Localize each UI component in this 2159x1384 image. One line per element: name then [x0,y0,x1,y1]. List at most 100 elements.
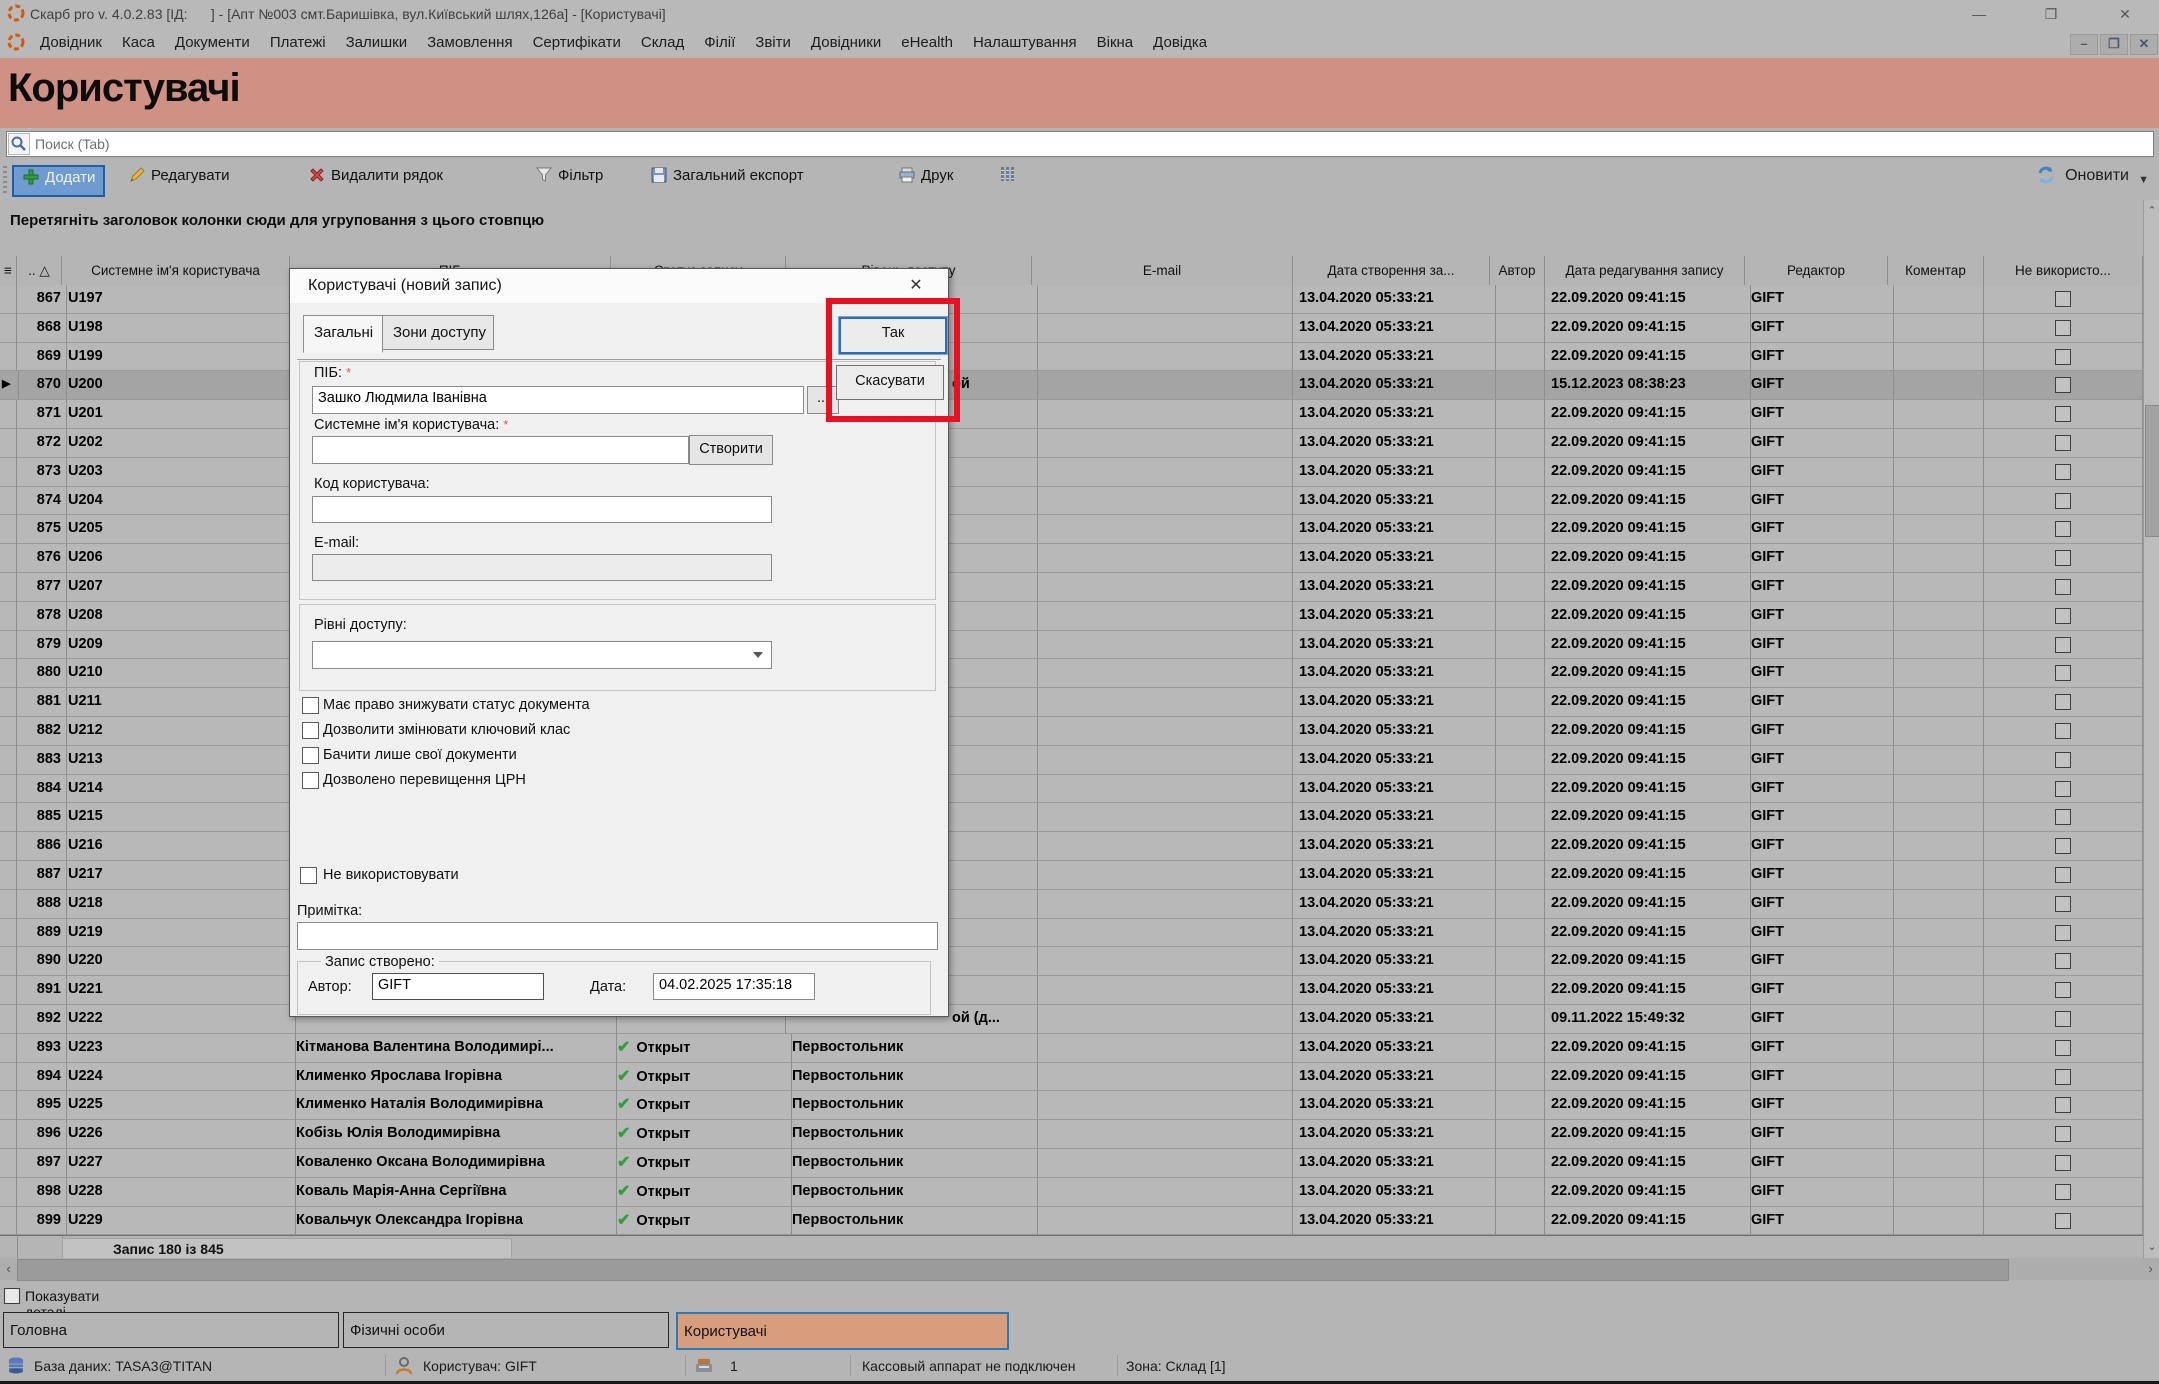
unused-checkbox[interactable] [2055,896,2071,912]
unused-checkbox[interactable] [2055,637,2071,653]
table-row-895[interactable]: 895U225Клименко Наталія Володимирівна✔От… [0,1091,2143,1120]
close-button[interactable]: ✕ [2108,4,2142,24]
vertical-scrollbar[interactable]: ⌃ ⌄ [2143,200,2159,1258]
unused-checkbox[interactable] [2055,838,2071,854]
unused-checkbox[interactable] [2055,1040,2071,1056]
menu-item-3[interactable]: Документи [166,28,259,58]
scroll-up-icon[interactable]: ⌃ [2144,200,2159,222]
dialog-checkbox-2[interactable] [302,722,319,739]
toolbar-button-видалити-рядок[interactable]: Видалити рядок [308,165,443,193]
column-header-unused[interactable]: Не використо... [1984,256,2143,286]
pib-input[interactable]: Зашко Людмила Іванівна [312,386,804,414]
table-row-898[interactable]: 898U228Коваль Марія-Анна Сергіївна✔Откры… [0,1178,2143,1207]
column-header-editor[interactable]: Редактор [1745,256,1888,286]
menu-item-7[interactable]: Сертифікати [524,28,630,58]
horizontal-scroll-thumb[interactable] [17,1259,2009,1281]
toolbar-button-columns[interactable] [1000,165,1021,193]
unused-checkbox[interactable] [2055,723,2071,739]
unused-checkbox[interactable] [2055,809,2071,825]
mdi-close-button[interactable]: ✕ [2130,34,2158,55]
toolbar-button-загальний-експорт[interactable]: Загальний експорт [650,165,804,193]
unused-checkbox[interactable] [2055,694,2071,710]
mdi-restore-button[interactable]: ❐ [2100,34,2128,55]
toolbar-grip[interactable] [3,166,7,194]
column-header-edited[interactable]: Дата редагування запису [1545,256,1745,286]
dialog-close-icon[interactable]: ✕ [902,275,930,297]
tab-access-zones[interactable]: Зони доступу [382,315,494,350]
mdi-minimize-button[interactable]: – [2070,34,2098,55]
vertical-scroll-thumb[interactable] [2145,405,2159,537]
column-header-comment[interactable]: Коментар [1888,256,1984,286]
unused-checkbox[interactable] [2055,1155,2071,1171]
page-tab-3[interactable]: Користувачі [676,1312,1009,1350]
note-input[interactable] [297,922,938,950]
unused-checkbox[interactable] [2055,493,2071,509]
usercode-input[interactable] [312,496,772,523]
dialog-checkbox-4[interactable] [302,772,319,789]
unused-checkbox[interactable] [2055,550,2071,566]
menu-item-14[interactable]: Вікна [1088,28,1143,58]
unused-checkbox[interactable] [2055,982,2071,998]
table-row-893[interactable]: 893U223Кітманова Валентина Володимирі...… [0,1034,2143,1063]
column-header-icon[interactable]: ≡ [0,256,17,286]
unused-checkbox[interactable] [2055,291,2071,307]
sysname-input[interactable] [312,436,689,464]
unused-checkbox[interactable] [2055,435,2071,451]
menu-item-11[interactable]: Довідники [802,28,890,58]
unused-checkbox[interactable] [2055,953,2071,969]
table-row-896[interactable]: 896U226Кобізь Юлія Володимирівна✔ОткрытП… [0,1120,2143,1149]
scroll-down-icon[interactable]: ⌄ [2144,1236,2159,1258]
table-row-897[interactable]: 897U227Коваленко Оксана Володимирівна✔От… [0,1149,2143,1178]
column-header-num[interactable]: .. △ [17,256,62,286]
menu-item-4[interactable]: Платежі [261,28,335,58]
toolbar-button-друк[interactable]: Друк [898,165,953,193]
unused-checkbox[interactable] [2055,521,2071,537]
unused-checkbox[interactable] [2055,752,2071,768]
create-button[interactable]: Створити [689,435,773,465]
unused-checkbox[interactable] [2055,1069,2071,1085]
refresh-caret-icon[interactable]: ▼ [2138,174,2149,186]
toolbar-button-редагувати[interactable]: Редагувати [128,165,230,193]
menu-item-1[interactable]: Довідник [31,28,111,58]
dialog-checkbox-3[interactable] [302,747,319,764]
show-details-checkbox[interactable] [4,1288,20,1304]
date-input[interactable]: 04.02.2025 17:35:18 [653,973,815,1000]
unused-checkbox[interactable] [2055,349,2071,365]
unused-checkbox[interactable] [2055,464,2071,480]
unused-checkbox[interactable] [2055,925,2071,941]
minimize-button[interactable]: — [1962,4,1996,24]
scroll-right-icon[interactable]: › [2142,1258,2159,1280]
page-tab-1[interactable]: Головна [3,1312,339,1348]
unused-checkbox[interactable] [2055,377,2071,393]
unused-checkbox[interactable] [2055,781,2071,797]
column-header-sys[interactable]: Системне ім'я користувача [62,256,290,286]
column-header-created[interactable]: Дата створення за... [1293,256,1490,286]
menu-item-5[interactable]: Залишки [337,28,417,58]
menu-item-13[interactable]: Налаштування [964,28,1086,58]
search-input[interactable]: Поиск (Tab) [6,131,2154,157]
unused-checkbox[interactable] [2055,1184,2071,1200]
menu-item-15[interactable]: Довідка [1144,28,1216,58]
unused-checkbox[interactable] [2055,867,2071,883]
menu-item-2[interactable]: Каса [113,28,164,58]
menu-item-10[interactable]: Звіти [746,28,800,58]
unused-checkbox[interactable] [2055,579,2071,595]
scroll-left-icon[interactable]: ‹ [0,1258,17,1280]
unused-checkbox[interactable] [2055,1126,2071,1142]
unused-checkbox[interactable] [2055,320,2071,336]
column-header-author[interactable]: Автор [1490,256,1545,286]
unused-checkbox[interactable] [2055,1011,2071,1027]
dialog-checkbox-1[interactable] [302,697,319,714]
refresh-button[interactable]: Оновити [2036,165,2129,193]
menu-item-8[interactable]: Склад [632,28,693,58]
toolbar-button-фільтр[interactable]: Фільтр [535,165,603,193]
toolbar-button-додати[interactable]: Додати [12,165,105,197]
unused-checkbox[interactable] [2055,1097,2071,1113]
menu-item-12[interactable]: eHealth [892,28,962,58]
levels-select[interactable] [312,641,772,669]
table-row-894[interactable]: 894U224Клименко Ярослава Ігорівна✔Открыт… [0,1063,2143,1092]
column-header-email[interactable]: E-mail [1032,256,1293,286]
unused-checkbox[interactable] [2055,608,2071,624]
horizontal-scrollbar[interactable]: ‹ › [0,1258,2159,1280]
unused-checkbox[interactable] [2055,406,2071,422]
